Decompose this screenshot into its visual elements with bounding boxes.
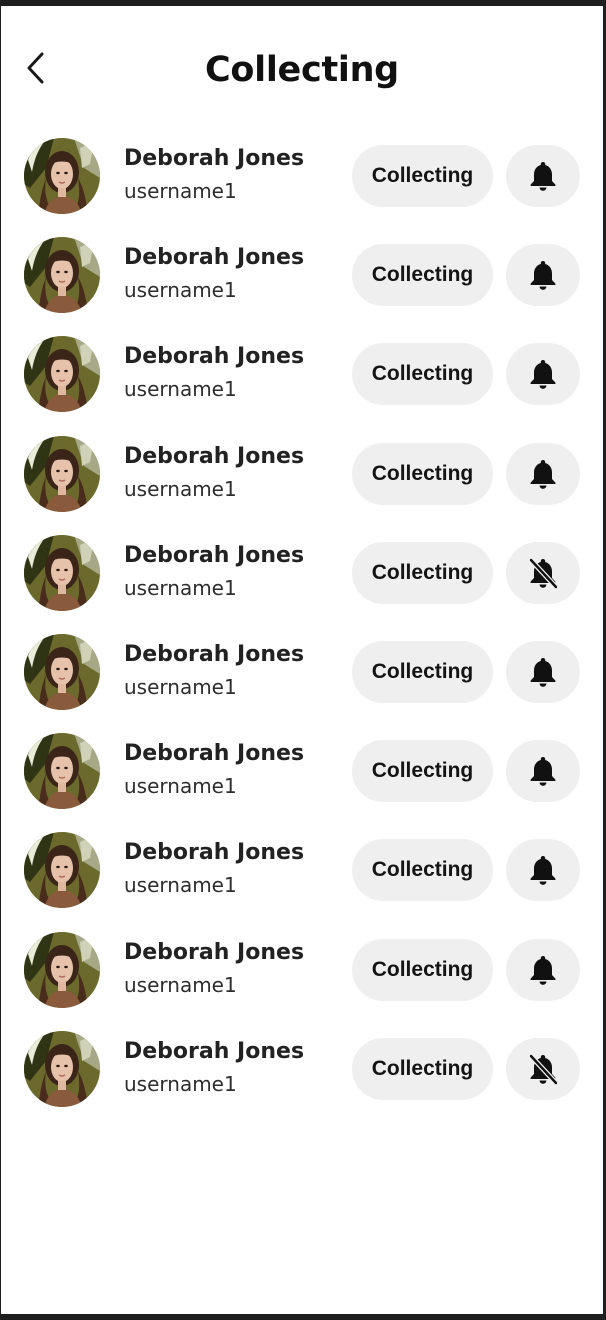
bell-icon bbox=[530, 360, 556, 390]
list-item[interactable]: Deborah Jones username1 Collecting bbox=[1, 527, 603, 626]
page-title: Collecting bbox=[205, 50, 399, 90]
bell-icon bbox=[530, 657, 556, 687]
list-item[interactable]: Deborah Jones username1 Collecting bbox=[1, 130, 603, 229]
avatar[interactable] bbox=[24, 633, 100, 710]
list-item[interactable]: Deborah Jones username1 Collecting bbox=[1, 229, 603, 328]
avatar[interactable] bbox=[24, 138, 100, 214]
bell-icon bbox=[530, 459, 556, 489]
collecting-button[interactable]: Collecting bbox=[352, 145, 493, 207]
collecting-button[interactable]: Collecting bbox=[352, 541, 493, 604]
collecting-button[interactable]: Collecting bbox=[352, 938, 493, 1001]
notification-toggle-button[interactable] bbox=[506, 145, 580, 207]
collecting-button[interactable]: Collecting bbox=[352, 244, 493, 307]
notification-toggle-button[interactable] bbox=[506, 442, 580, 505]
user-name: Deborah Jones bbox=[124, 741, 305, 767]
user-name: Deborah Jones bbox=[124, 245, 305, 271]
collecting-button[interactable]: Collecting bbox=[352, 640, 493, 703]
notification-toggle-button[interactable] bbox=[506, 640, 580, 703]
notification-toggle-button[interactable] bbox=[506, 244, 580, 307]
notification-toggle-button[interactable] bbox=[506, 1037, 580, 1100]
user-name: Deborah Jones bbox=[124, 1038, 305, 1064]
collecting-screen: Collecting Deborah Jones username1 Colle… bbox=[1, 6, 603, 1314]
list-item[interactable]: Deborah Jones username1 Collecting bbox=[1, 428, 603, 527]
list-item[interactable]: Deborah Jones username1 Collecting bbox=[1, 725, 603, 824]
user-name: Deborah Jones bbox=[124, 443, 305, 469]
avatar[interactable] bbox=[24, 237, 100, 314]
avatar[interactable] bbox=[24, 336, 100, 413]
bell-off-icon bbox=[528, 557, 559, 589]
notification-toggle-button[interactable] bbox=[506, 343, 580, 406]
avatar[interactable] bbox=[24, 931, 100, 1008]
user-username: username1 bbox=[124, 1071, 237, 1096]
user-username: username1 bbox=[124, 179, 237, 203]
bell-off-icon bbox=[528, 1053, 559, 1085]
collecting-button[interactable]: Collecting bbox=[352, 839, 493, 902]
user-name: Deborah Jones bbox=[124, 542, 305, 568]
avatar[interactable] bbox=[24, 733, 100, 810]
bell-icon bbox=[530, 757, 556, 786]
notification-toggle-button[interactable] bbox=[506, 740, 580, 803]
avatar[interactable] bbox=[24, 832, 100, 909]
collecting-button[interactable]: Collecting bbox=[352, 740, 493, 803]
bell-icon bbox=[530, 856, 556, 886]
user-username: username1 bbox=[124, 377, 237, 402]
notification-toggle-button[interactable] bbox=[506, 938, 580, 1001]
notification-toggle-button[interactable] bbox=[506, 839, 580, 902]
user-name: Deborah Jones bbox=[124, 146, 305, 171]
user-name: Deborah Jones bbox=[124, 840, 305, 866]
header: Collecting bbox=[1, 6, 603, 130]
avatar[interactable] bbox=[24, 1030, 100, 1107]
user-username: username1 bbox=[124, 972, 237, 997]
user-name: Deborah Jones bbox=[124, 939, 305, 965]
collecting-button[interactable]: Collecting bbox=[352, 1037, 493, 1100]
user-username: username1 bbox=[124, 873, 237, 898]
collecting-button[interactable]: Collecting bbox=[352, 442, 493, 505]
avatar[interactable] bbox=[24, 534, 100, 611]
user-username: username1 bbox=[124, 774, 237, 799]
list-item[interactable]: Deborah Jones username1 Collecting bbox=[1, 924, 603, 1023]
collecting-button[interactable]: Collecting bbox=[352, 343, 493, 406]
user-username: username1 bbox=[124, 278, 237, 303]
list-item[interactable]: Deborah Jones username1 Collecting bbox=[1, 328, 603, 427]
bell-icon bbox=[530, 261, 556, 290]
list-item[interactable]: Deborah Jones username1 Collecting bbox=[1, 626, 603, 725]
bell-icon bbox=[530, 162, 556, 191]
user-username: username1 bbox=[124, 476, 237, 501]
user-username: username1 bbox=[124, 575, 237, 600]
user-name: Deborah Jones bbox=[124, 641, 305, 667]
collecting-list: Deborah Jones username1 Collecting Debor… bbox=[1, 130, 603, 1122]
list-item[interactable]: Deborah Jones username1 Collecting bbox=[1, 1023, 603, 1122]
bell-icon bbox=[530, 955, 556, 985]
avatar[interactable] bbox=[24, 435, 100, 512]
user-username: username1 bbox=[124, 674, 237, 699]
user-name: Deborah Jones bbox=[124, 344, 305, 370]
list-item[interactable]: Deborah Jones username1 Collecting bbox=[1, 824, 603, 923]
notification-toggle-button[interactable] bbox=[506, 541, 580, 604]
